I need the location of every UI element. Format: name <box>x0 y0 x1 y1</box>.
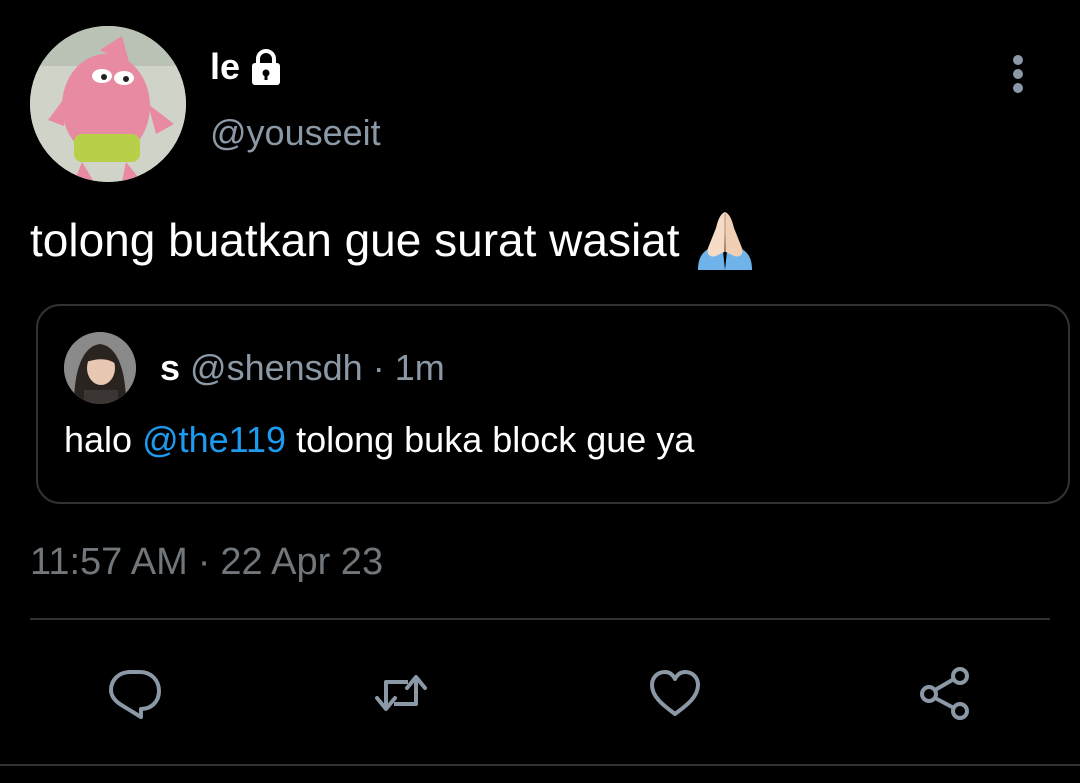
quoted-tweet-card[interactable]: s @shensdh · 1m halo @the119 tolong buka… <box>36 304 1070 504</box>
timestamp-time: 11:57 AM <box>30 541 188 583</box>
reply-button[interactable] <box>106 664 164 722</box>
quoted-tweet-header: s @shensdh · 1m <box>160 346 445 390</box>
quoted-separator: · <box>372 347 385 388</box>
mention-link[interactable]: @the119 <box>142 419 286 460</box>
quoted-author-avatar[interactable] <box>64 332 136 404</box>
timestamp-separator: · <box>197 541 211 583</box>
folded-hands-icon <box>692 208 758 272</box>
quoted-author-handle: @shensdh <box>190 347 363 388</box>
quoted-tweet-text: halo @the119 tolong buka block gue ya <box>64 418 694 462</box>
quoted-author-name: s <box>160 347 181 388</box>
tweet-body: tolong buatkan gue surat wasiat <box>30 214 680 266</box>
author-handle[interactable]: @youseeit <box>210 112 381 154</box>
quoted-time: 1m <box>394 347 445 388</box>
lock-icon <box>246 47 286 87</box>
retweet-button[interactable] <box>372 664 430 722</box>
divider <box>30 618 1050 620</box>
like-icon <box>650 670 700 716</box>
quoted-text-after: tolong buka block gue ya <box>286 419 695 460</box>
reply-icon <box>109 670 161 719</box>
share-icon <box>920 667 969 720</box>
tweet-text: tolong buatkan gue surat wasiat <box>30 208 758 272</box>
retweet-icon <box>375 675 427 711</box>
divider-bottom <box>0 764 1080 766</box>
author-name-row: le <box>210 46 286 88</box>
like-button[interactable] <box>646 664 704 722</box>
tweet-timestamp[interactable]: 11:57 AM · 22 Apr 23 <box>30 540 383 584</box>
share-button[interactable] <box>916 664 974 722</box>
more-options-icon[interactable] <box>998 52 1038 96</box>
quoted-text-before: halo <box>64 419 143 460</box>
author-display-name[interactable]: le <box>210 46 240 88</box>
patrick-star-avatar <box>30 26 186 182</box>
tweet-detail: le @youseeit tolong buatkan gue surat wa… <box>0 0 1080 783</box>
author-avatar[interactable] <box>30 26 186 182</box>
timestamp-date: 22 Apr 23 <box>220 541 384 583</box>
